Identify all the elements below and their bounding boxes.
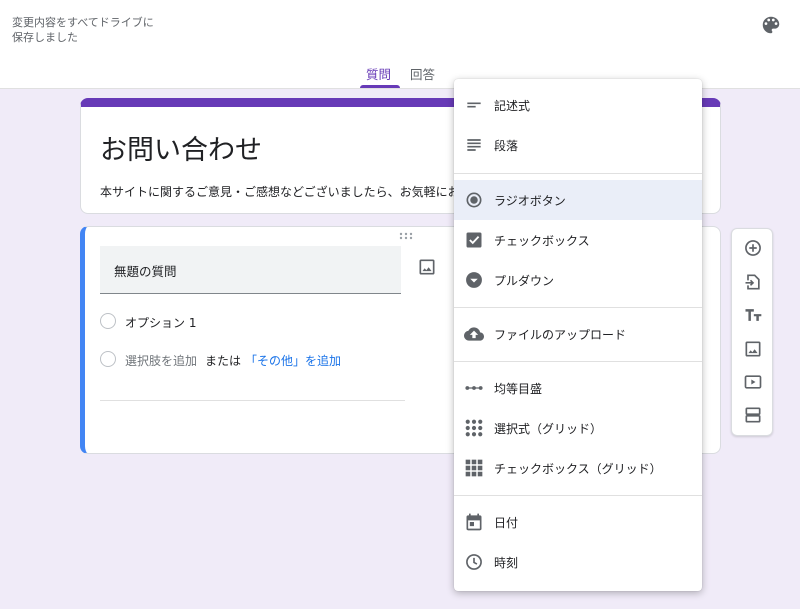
menu-item-linear-scale[interactable]: 均等目盛	[454, 368, 702, 408]
menu-item-file-upload[interactable]: ファイルのアップロード	[454, 314, 702, 354]
menu-item-label: 記述式	[494, 99, 531, 113]
menu-item-label: 日付	[494, 516, 519, 530]
menu-item-radio-button[interactable]: ラジオボタン	[454, 180, 702, 220]
menu-item-label: ラジオボタン	[494, 194, 566, 208]
question-type-menu: 記述式 段落 ラジオボタン チェックボックス プルダウン ファイルのアップロード…	[454, 79, 702, 591]
menu-item-label: ファイルのアップロード	[494, 328, 627, 342]
menu-item-label: 均等目盛	[494, 382, 543, 396]
checkbox-grid-icon	[465, 459, 483, 477]
or-text: または	[205, 354, 242, 368]
menu-item-choice-grid[interactable]: 選択式（グリッド）	[454, 408, 702, 448]
menu-separator	[454, 307, 702, 308]
clock-icon	[466, 554, 482, 570]
option-radio	[100, 313, 116, 329]
short-answer-icon	[467, 102, 481, 108]
menu-item-label: チェックボックス	[494, 234, 590, 248]
add-other-link[interactable]: 「その他」を追加	[245, 352, 341, 369]
question-title-field[interactable]: 無題の質問	[100, 246, 401, 294]
menu-item-dropdown[interactable]: プルダウン	[454, 260, 702, 300]
menu-separator	[454, 173, 702, 174]
import-questions-icon[interactable]	[743, 272, 763, 292]
palette-icon[interactable]	[760, 14, 782, 36]
form-title[interactable]: お問い合わせ	[100, 128, 262, 167]
divider	[100, 400, 405, 401]
menu-separator	[454, 495, 702, 496]
save-status-text: 変更内容をすべてドライブに保存しました	[12, 16, 154, 44]
menu-item-label: 選択式（グリッド）	[494, 422, 603, 436]
add-option-link[interactable]: 選択肢を追加	[125, 352, 197, 369]
grid-icon	[465, 419, 483, 437]
section-icon[interactable]	[743, 405, 763, 425]
add-image-icon[interactable]	[417, 257, 437, 277]
add-option-radio	[100, 351, 116, 367]
linear-scale-icon	[465, 386, 483, 390]
add-circle-icon[interactable]	[743, 238, 763, 258]
tab-questions[interactable]: 質問	[366, 64, 391, 83]
menu-item-checkbox[interactable]: チェックボックス	[454, 220, 702, 260]
paragraph-icon	[467, 139, 481, 151]
menu-item-checkbox-grid[interactable]: チェックボックス（グリッド）	[454, 448, 702, 488]
tab-responses[interactable]: 回答	[410, 64, 435, 83]
radio-button-icon	[466, 192, 482, 208]
menu-item-paragraph[interactable]: 段落	[454, 125, 702, 165]
menu-item-label: 時刻	[494, 556, 519, 570]
menu-item-label: チェックボックス（グリッド）	[494, 462, 662, 476]
top-bar: 変更内容をすべてドライブに保存しました 質問 回答	[0, 0, 800, 89]
checkbox-icon	[466, 232, 482, 248]
side-toolbar	[731, 228, 773, 436]
image-icon[interactable]	[743, 339, 763, 359]
cloud-upload-icon	[464, 327, 484, 341]
menu-separator	[454, 361, 702, 362]
form-description[interactable]: 本サイトに関するご意見・ご感想などございましたら、お気軽にお	[100, 183, 455, 200]
title-text-icon[interactable]	[743, 305, 763, 325]
menu-item-short-answer[interactable]: 記述式	[454, 85, 702, 125]
option-label[interactable]: オプション 1	[125, 314, 196, 331]
menu-item-time[interactable]: 時刻	[454, 542, 702, 582]
drag-handle-icon[interactable]	[399, 232, 415, 240]
calendar-icon	[466, 513, 482, 531]
active-tab-indicator	[360, 85, 400, 88]
question-title: 無題の質問	[114, 264, 177, 279]
menu-item-label: プルダウン	[494, 274, 555, 288]
video-icon[interactable]	[743, 372, 763, 392]
dropdown-icon	[466, 272, 482, 288]
menu-item-date[interactable]: 日付	[454, 502, 702, 542]
menu-item-label: 段落	[494, 139, 519, 153]
